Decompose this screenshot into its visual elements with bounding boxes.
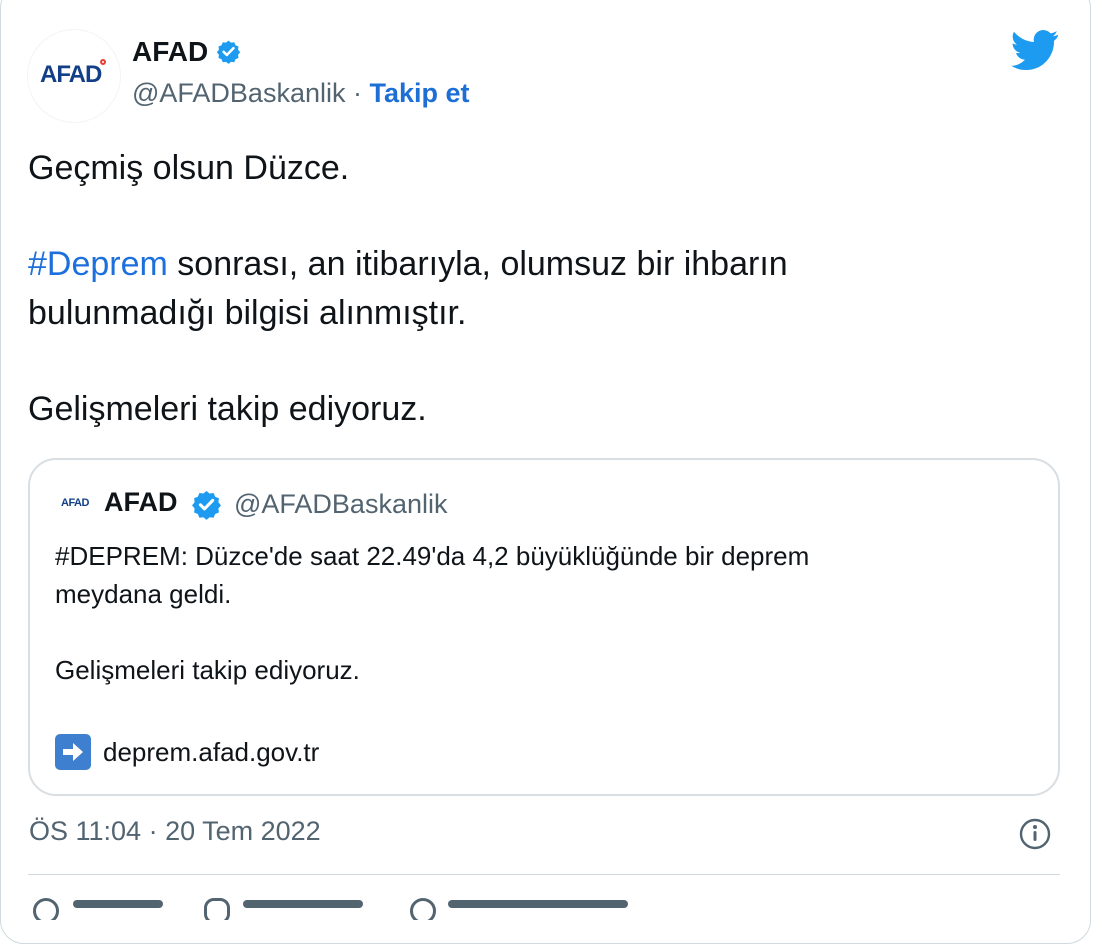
info-icon[interactable]: [1018, 817, 1052, 851]
share-label-placeholder: [448, 900, 628, 908]
quoted-handle[interactable]: @AFADBaskanlik: [234, 491, 447, 518]
reply-label-placeholder: [243, 900, 363, 908]
quoted-link-text[interactable]: deprem.afad.gov.tr: [103, 739, 319, 765]
follow-button[interactable]: Takip et: [370, 78, 470, 108]
quoted-link[interactable]: deprem.afad.gov.tr: [55, 734, 319, 770]
tweet-timestamp[interactable]: ÖS 11:04 · 20 Tem 2022: [29, 818, 321, 845]
quoted-verified-badge-icon: [192, 490, 221, 520]
quoted-line-1: #DEPREM: Düzce'de saat 22.49'da 4,2 büyü…: [55, 541, 810, 571]
quoted-line-2: meydana geldi.: [55, 578, 232, 609]
twitter-bird-icon[interactable]: [1011, 30, 1059, 70]
handle-separator: ·: [353, 78, 362, 108]
quoted-display-name[interactable]: AFAD: [104, 489, 178, 516]
avatar[interactable]: AFAD: [28, 30, 120, 122]
quoted-tweet[interactable]: AFAD AFAD @AFADBaskanlik #DEPREM: Düzce'…: [28, 458, 1060, 796]
verified-badge-icon: [216, 40, 241, 64]
tweet-line-1: Geçmiş olsun Düzce.: [28, 149, 350, 187]
handle[interactable]: @AFADBaskanlik: [132, 78, 345, 108]
tweet-line-2: #Deprem sonrası, an itibarıyla, olumsuz …: [28, 240, 1028, 288]
like-label-placeholder: [73, 900, 163, 908]
tweet-line-3: bulunmadığı bilgisi alınmıştır.: [28, 293, 467, 332]
avatar-logo-text: AFAD: [40, 61, 102, 88]
hashtag-link[interactable]: #Deprem: [28, 245, 168, 283]
reply-icon[interactable]: [204, 898, 230, 920]
quoted-line-3: Gelişmeleri takip ediyoruz.: [55, 654, 360, 685]
display-name[interactable]: AFAD: [132, 38, 208, 66]
share-link-icon[interactable]: [410, 898, 436, 920]
tweet-line-2-text: sonrası, an itibarıyla, olumsuz bir ihba…: [167, 245, 788, 284]
tweet-actions: [28, 890, 1060, 920]
action-divider: [28, 874, 1060, 875]
registered-mark-icon: [100, 59, 106, 65]
quoted-avatar-logo: AFAD: [61, 497, 89, 509]
handle-line: @AFADBaskanlik · Takip et: [132, 80, 470, 107]
like-icon[interactable]: [33, 898, 59, 920]
right-arrow-box-icon: [55, 734, 91, 770]
tweet-text: Geçmiş olsun Düzce. #Deprem sonrası, an …: [28, 144, 1028, 433]
quoted-tweet-text: #DEPREM: Düzce'de saat 22.49'da 4,2 büyü…: [55, 538, 1035, 690]
tweet-line-4: Gelişmeleri takip ediyoruz.: [28, 389, 427, 428]
